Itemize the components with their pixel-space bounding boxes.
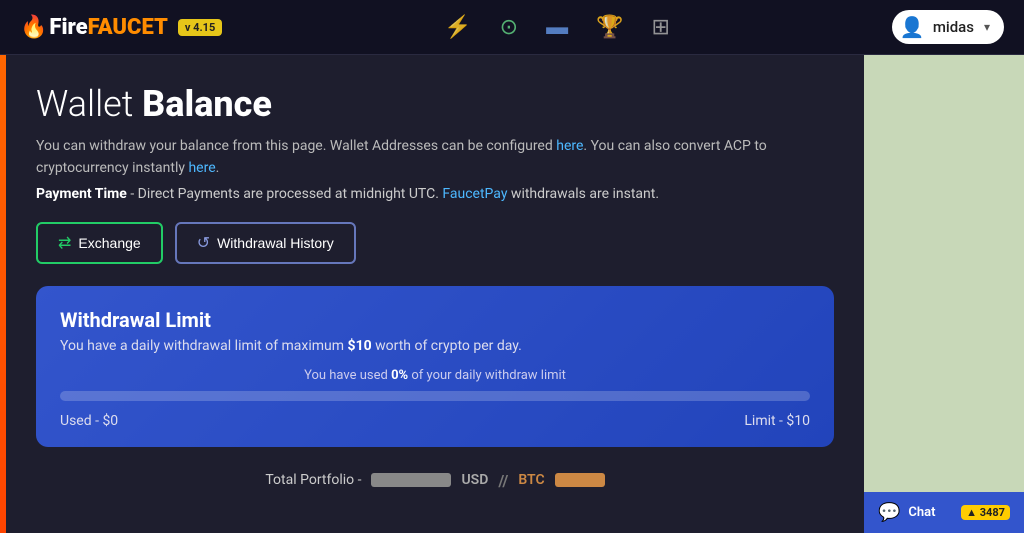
usage-pct: 0% xyxy=(391,368,408,383)
separator: // xyxy=(498,471,508,490)
lightning-icon[interactable]: ⚡ xyxy=(444,15,471,40)
usage-text-1: You have used xyxy=(304,368,391,383)
header: 🔥FireFAUCET v 4.15 ⚡ ⊙ ▬ 🏆 ⊞ 👤 midas ▾ xyxy=(0,0,1024,55)
usage-text-2: of your daily withdraw limit xyxy=(408,368,566,383)
limit-label: Limit - $10 xyxy=(744,413,810,429)
logo-fire-text: Fire xyxy=(49,15,87,40)
exchange-label: Exchange xyxy=(78,235,140,251)
history-icon: ↺ xyxy=(197,233,210,253)
trophy-icon[interactable]: 🏆 xyxy=(596,15,623,40)
coins-icon[interactable]: ⊙ xyxy=(500,15,518,40)
used-label: Used - $0 xyxy=(60,413,118,429)
user-menu[interactable]: 👤 midas ▾ xyxy=(892,10,1004,44)
payment-info: Payment Time - Direct Payments are proce… xyxy=(36,186,834,202)
desc-text-1: You can withdraw your balance from this … xyxy=(36,138,556,154)
limit-row: Used - $0 Limit - $10 xyxy=(60,413,810,429)
exchange-icon: ⇄ xyxy=(58,233,71,253)
chevron-down-icon: ▾ xyxy=(984,20,990,34)
payment-text-2: withdrawals are instant. xyxy=(507,186,659,202)
page-title-light: Wallet xyxy=(36,83,133,125)
usage-text: You have used 0% of your daily withdraw … xyxy=(60,368,810,383)
page-title: Wallet Balance xyxy=(36,83,834,125)
header-nav-icons: ⚡ ⊙ ▬ 🏆 ⊞ xyxy=(444,14,670,40)
btc-label[interactable]: BTC xyxy=(518,472,544,488)
withdrawal-history-button[interactable]: ↺ Withdrawal History xyxy=(175,222,356,264)
logo: 🔥FireFAUCET xyxy=(20,15,168,40)
faucetpay-link[interactable]: FaucetPay xyxy=(442,186,507,202)
here-link-1[interactable]: here xyxy=(556,138,583,154)
chat-label: Chat xyxy=(908,505,935,520)
card-icon[interactable]: ▬ xyxy=(546,14,568,40)
here-link-2[interactable]: here xyxy=(188,160,215,176)
logo-faucet-text: FAUCET xyxy=(88,15,168,40)
payment-text-1: - Direct Payments are processed at midni… xyxy=(127,186,443,202)
right-sidebar: 💬 Chat ▲ 3487 xyxy=(864,55,1024,533)
version-badge: v 4.15 xyxy=(178,19,222,36)
chat-icon: 💬 xyxy=(878,502,900,523)
withdrawal-limit-title: Withdrawal Limit xyxy=(60,308,810,332)
limit-amount: $10 xyxy=(348,338,372,354)
page-title-bold: Balance xyxy=(142,83,272,125)
progress-bar-bg xyxy=(60,391,810,401)
fire-icon: 🔥 xyxy=(20,15,47,40)
portfolio-row: Total Portfolio - USD // BTC xyxy=(36,467,834,490)
exchange-button[interactable]: ⇄ Exchange xyxy=(36,222,163,264)
usd-bar xyxy=(371,473,451,487)
payment-label: Payment Time xyxy=(36,186,127,202)
main-content: Wallet Balance You can withdraw your bal… xyxy=(6,55,864,533)
withdrawal-limit-subtitle: You have a daily withdrawal limit of max… xyxy=(60,338,810,354)
withdrawal-history-label: Withdrawal History xyxy=(217,235,334,251)
subtitle-text-1: You have a daily withdrawal limit of max… xyxy=(60,338,348,354)
portfolio-label: Total Portfolio - xyxy=(265,472,361,488)
subtitle-text-2: worth of crypto per day. xyxy=(372,338,522,354)
chat-bar[interactable]: 💬 Chat ▲ 3487 xyxy=(864,492,1024,533)
username: midas xyxy=(933,18,974,36)
usd-label[interactable]: USD xyxy=(461,472,488,488)
action-buttons: ⇄ Exchange ↺ Withdrawal History xyxy=(36,222,834,264)
description-line1: You can withdraw your balance from this … xyxy=(36,135,834,180)
logo-area: 🔥FireFAUCET v 4.15 xyxy=(20,15,222,40)
btc-bar xyxy=(555,473,605,487)
desc-text-3: . xyxy=(216,160,220,176)
avatar-icon: 👤 xyxy=(900,15,925,39)
grid-icon[interactable]: ⊞ xyxy=(652,15,670,40)
chat-badge: ▲ 3487 xyxy=(961,505,1010,520)
layout: Wallet Balance You can withdraw your bal… xyxy=(0,55,1024,533)
withdrawal-limit-card: Withdrawal Limit You have a daily withdr… xyxy=(36,286,834,447)
